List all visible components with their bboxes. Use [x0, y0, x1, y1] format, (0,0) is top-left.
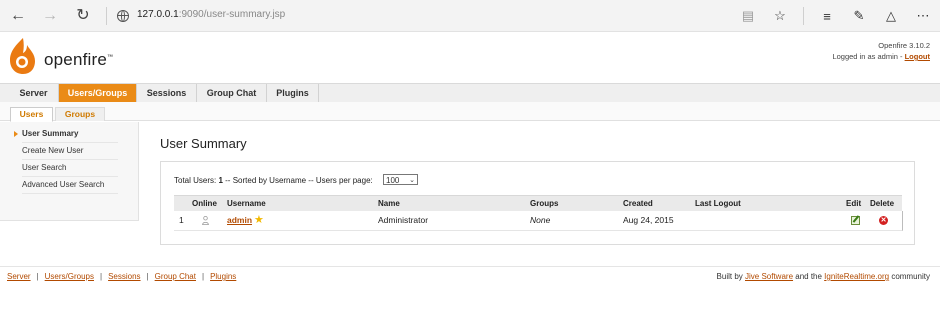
browser-toolbar: ← → ↻ 127.0.0.1:9090/user-summary.jsp ▤ …	[0, 0, 940, 32]
sidebar-item-user-search[interactable]: User Search	[22, 160, 118, 177]
name-cell: Administrator	[378, 215, 429, 225]
users-per-page-value: 100	[386, 176, 400, 185]
favorite-star-icon[interactable]: ☆	[771, 6, 789, 26]
igniterealtime-link[interactable]: IgniteRealtime.org	[824, 272, 889, 281]
sub-tabs: Users Groups	[0, 102, 940, 122]
url-path: :9090/user-summary.jsp	[178, 9, 286, 20]
col-groups: Groups	[530, 199, 559, 208]
offline-user-icon	[202, 216, 209, 225]
footer-link-server[interactable]: Server	[7, 272, 31, 281]
sidebar-item-create-new-user[interactable]: Create New User	[22, 143, 118, 160]
footer-nav: Server | Users/Groups | Sessions | Group Chat |…	[7, 272, 236, 281]
created-cell: Aug 24, 2015	[623, 215, 674, 225]
footer-separator: |	[100, 272, 103, 281]
delete-icon[interactable]: ✕	[879, 216, 888, 225]
sidebar-item-user-summary[interactable]: User Summary	[22, 126, 118, 143]
tab-group-chat[interactable]: Group Chat	[197, 84, 267, 102]
col-username: Username	[227, 199, 266, 208]
sidebar: User Summary Create New User User Search…	[0, 122, 139, 221]
groups-cell: None	[530, 215, 551, 225]
footer-link-group-chat[interactable]: Group Chat	[155, 272, 196, 281]
summary-prefix: Total Users:	[174, 176, 219, 185]
admin-star-icon: ★	[254, 214, 264, 226]
back-icon[interactable]: ←	[8, 6, 28, 26]
username-link[interactable]: admin	[227, 211, 252, 230]
logout-link[interactable]: Logout	[905, 52, 930, 61]
version-text: Openfire 3.10.2	[878, 41, 930, 50]
footer-credits: Built by Jive Software and the IgniteRea…	[717, 272, 930, 281]
trademark-mark: ™	[107, 54, 114, 61]
login-status: Logged in as admin - Logout	[832, 52, 930, 61]
brand-name: openfire™	[44, 50, 113, 70]
and-the-text: and the	[793, 272, 825, 281]
main-tabs: Server Users/Groups Sessions Group Chat …	[0, 83, 940, 103]
col-last-logout: Last Logout	[695, 199, 741, 208]
col-created: Created	[623, 199, 653, 208]
users-per-page-select[interactable]: 100 ⌄	[383, 174, 418, 185]
footer-link-plugins[interactable]: Plugins	[210, 272, 236, 281]
more-icon[interactable]: ⋯	[914, 6, 932, 26]
footer-link-sessions[interactable]: Sessions	[108, 272, 140, 281]
tab-users-groups[interactable]: Users/Groups	[59, 84, 137, 102]
summary-line: Total Users: 1 -- Sorted by Username -- …	[174, 176, 373, 185]
subtab-groups[interactable]: Groups	[55, 107, 105, 121]
page-title: User Summary	[160, 136, 247, 151]
built-by-text: Built by	[716, 272, 745, 281]
openfire-logo-icon	[10, 38, 35, 74]
tab-server[interactable]: Server	[9, 84, 59, 102]
col-name: Name	[378, 199, 400, 208]
brand-text: openfire	[44, 50, 108, 69]
logged-in-text: Logged in as admin -	[832, 52, 905, 61]
chevron-down-icon: ⌄	[409, 177, 415, 184]
col-online: Online	[192, 199, 217, 208]
tab-plugins[interactable]: Plugins	[267, 84, 319, 102]
globe-icon	[117, 10, 129, 22]
footer-separator: |	[36, 272, 39, 281]
refresh-icon[interactable]: ↻	[73, 6, 93, 26]
table-header: Online Username Name Groups Created Last…	[174, 195, 902, 212]
web-note-icon[interactable]: ✎	[850, 6, 868, 26]
table-row: 1 admin Administrator None Aug 24, 2015	[174, 211, 903, 231]
share-icon[interactable]: △	[882, 6, 900, 26]
summary-suffix: -- Sorted by Username -- Users per page:	[222, 176, 373, 185]
sidebar-item-advanced-user-search[interactable]: Advanced User Search	[22, 177, 118, 194]
toolbar-divider	[803, 7, 804, 25]
active-item-arrow-icon	[14, 131, 18, 137]
tab-sessions[interactable]: Sessions	[137, 84, 197, 102]
footer-separator: |	[201, 272, 205, 281]
subtab-users[interactable]: Users	[10, 107, 53, 122]
col-delete: Delete	[870, 199, 895, 208]
forward-icon[interactable]: →	[40, 6, 60, 26]
address-divider	[106, 7, 107, 25]
reading-view-icon[interactable]: ▤	[739, 6, 757, 26]
footer-divider	[0, 266, 940, 267]
row-index: 1	[179, 215, 184, 225]
address-bar[interactable]: 127.0.0.1:9090/user-summary.jsp	[137, 9, 285, 20]
footer-separator: |	[146, 272, 149, 281]
url-host: 127.0.0.1	[137, 9, 179, 20]
edit-icon[interactable]	[851, 216, 860, 225]
col-edit: Edit	[846, 199, 862, 208]
footer-link-users-groups[interactable]: Users/Groups	[45, 272, 94, 281]
hub-icon[interactable]: ≡	[818, 6, 836, 26]
app-header: openfire™ Openfire 3.10.2 Logged in as a…	[0, 31, 940, 83]
jive-software-link[interactable]: Jive Software	[745, 272, 793, 281]
community-text: community	[889, 272, 930, 281]
